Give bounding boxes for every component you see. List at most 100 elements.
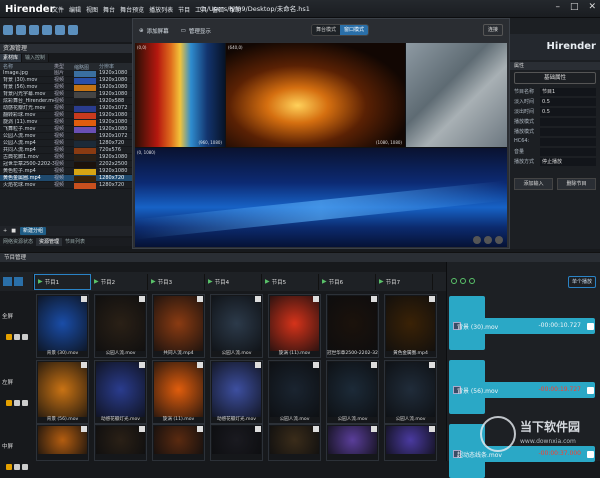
resource-row[interactable]: 古典花廊1.mov 视频 1920x1080 [0, 154, 132, 161]
add-screen-button[interactable]: ⊕ 添加屏幕 [133, 27, 175, 35]
volume-icon[interactable] [14, 400, 20, 406]
cue-cell[interactable] [210, 424, 263, 461]
manage-screens-button[interactable]: ▭ 管理显示 [175, 27, 217, 35]
cue-cell[interactable]: 黄色金属圈.mp4 [384, 294, 437, 358]
cue-cell[interactable]: 动感花瓣灯光.mov [94, 360, 147, 424]
menu-item[interactable]: 文件 [52, 5, 64, 14]
next-page-icon[interactable] [14, 277, 23, 286]
loop-icon[interactable] [22, 334, 28, 340]
cue-cell[interactable]: 公园人流.mov [326, 360, 379, 424]
cue-cell[interactable]: 公园人流.mov [94, 294, 147, 358]
resource-row[interactable]: 背景闪光字幕.mov 视频 1920x1080 [0, 91, 132, 98]
resource-row[interactable]: 飞舞粒子.mov 视频 1920x1080 [0, 126, 132, 133]
mic-icon[interactable] [495, 236, 503, 244]
cue-cell[interactable] [268, 424, 321, 461]
window-mode-button[interactable]: 窗口模式 [340, 25, 369, 35]
resource-row[interactable]: 公园人流.mp4 视频 1280x720 [0, 140, 132, 147]
volume-icon[interactable] [14, 464, 20, 470]
cue-cell[interactable]: 背景 (30).mov [36, 294, 89, 358]
expand-arrow-icon[interactable] [587, 323, 594, 330]
settings-icon[interactable] [473, 236, 481, 244]
add-input-button[interactable]: 添加输入 [514, 178, 553, 190]
connect-button[interactable]: 连接 [482, 24, 503, 36]
volume-icon[interactable] [14, 334, 20, 340]
cue-tab[interactable]: ▶ 节目2 [91, 273, 148, 290]
loop-icon[interactable] [22, 400, 28, 406]
maximize-icon[interactable]: □ [570, 2, 579, 12]
screen-bottom-video[interactable]: (0, 1080) [135, 148, 507, 247]
property-value[interactable] [540, 118, 596, 126]
cue-cell[interactable]: 冠世华章2500-2202-32... [326, 294, 379, 358]
prev-page-icon[interactable] [3, 277, 12, 286]
lock-icon[interactable] [6, 400, 12, 406]
playlist-item[interactable]: 背景 (56).mov -00:00:19.727 [449, 360, 597, 414]
single-play-button[interactable]: 单个播放 [567, 276, 596, 288]
column-resolution[interactable]: 分辨率 [96, 63, 132, 70]
new-file-icon[interactable] [3, 25, 13, 35]
menu-item[interactable]: 编辑 [69, 5, 81, 14]
close-icon[interactable]: ✕ [588, 2, 596, 12]
delete-program-button[interactable]: 删除节目 [557, 178, 596, 190]
cue-tab[interactable]: ▶ 节目5 [262, 273, 319, 290]
resource-row[interactable]: 炫彩舞台_Hirender.mov 视频 1920x588 [0, 98, 132, 105]
search-icon[interactable] [469, 278, 475, 284]
expand-arrow-icon[interactable] [587, 387, 594, 394]
cue-cell[interactable] [94, 424, 147, 461]
tab-resource-manage[interactable]: 资源管理 [36, 238, 63, 246]
property-value[interactable]: 节目1 [540, 88, 596, 96]
basic-properties-tab[interactable]: 基础属性 [514, 72, 596, 84]
menu-item[interactable]: 舞台预览 [120, 5, 144, 14]
open-file-icon[interactable] [16, 25, 26, 35]
tab-network-status[interactable]: 网络资源状态 [0, 238, 36, 246]
property-value[interactable] [540, 138, 596, 146]
cue-cell[interactable]: 背景 (56).mov [36, 360, 89, 424]
screen-center-video[interactable]: (640,0) (1080, 1080) [226, 43, 405, 147]
resource-row[interactable]: 冠世华章2500-2202-32...视频 2202x2500 [0, 161, 132, 168]
cue-cell[interactable] [326, 424, 379, 461]
tab-library[interactable]: 素材库 [0, 54, 23, 62]
layout-icon[interactable] [42, 25, 52, 35]
menu-item[interactable]: 播放列表 [149, 5, 173, 14]
playlist-item[interactable]: 背景 (30).mov -00:00:10.727 [449, 296, 597, 350]
stage-mode-button[interactable]: 舞台模式 [312, 25, 341, 35]
undo-icon[interactable] [55, 25, 65, 35]
resource-row[interactable]: 翻转彩球.mov 视频 1920x1080 [0, 112, 132, 119]
property-value[interactable]: 停止播放 [540, 158, 596, 166]
cue-cell[interactable] [36, 424, 89, 461]
cue-tab[interactable]: ▶ 节目1 [34, 273, 91, 290]
menu-item[interactable]: 节目 [178, 5, 190, 14]
resource-row[interactable]: 火焰花球.mov 视频 1280x720 [0, 182, 132, 189]
property-value[interactable] [540, 148, 596, 156]
zoom-in-icon[interactable] [451, 278, 457, 284]
cue-tab[interactable]: ▶ 节目4 [205, 273, 262, 290]
cue-cell[interactable]: 旋涡 (11).mov [152, 360, 205, 424]
cue-cell[interactable]: 旋涡 (11).mov [268, 294, 321, 358]
cue-cell[interactable]: 动感花瓣灯光.mov [210, 360, 263, 424]
resource-row[interactable]: 动感花瓣灯光.mov 视频 1920x1072 [0, 105, 132, 112]
property-value[interactable] [540, 128, 596, 136]
property-value[interactable]: 0.5 [540, 98, 596, 106]
cue-tab[interactable]: ▶ 节目3 [148, 273, 205, 290]
cue-tab[interactable]: ▶ 节目7 [376, 273, 433, 290]
screen-left-video[interactable]: (0,0) (960, 1080) [135, 43, 225, 147]
add-icon[interactable]: + [3, 228, 7, 234]
cue-cell[interactable]: 公园人流.mov [210, 294, 263, 358]
resource-row[interactable]: 旋涡 (11).mov 视频 1920x1080 [0, 119, 132, 126]
column-name[interactable]: 名称 [0, 63, 54, 70]
zoom-out-icon[interactable] [460, 278, 466, 284]
cue-cell[interactable] [152, 424, 205, 461]
save-icon[interactable] [29, 25, 39, 35]
menu-item[interactable]: 舞台 [103, 5, 115, 14]
tab-program-list[interactable]: 节目列表 [62, 238, 88, 246]
resource-row[interactable]: Image.jpg 图片 1920x1080 [0, 70, 132, 77]
screen-right-video[interactable] [406, 43, 507, 147]
resource-row[interactable]: 背景 (56).mov 视频 1920x1080 [0, 84, 132, 91]
property-value[interactable]: 0.5 [540, 108, 596, 116]
cue-cell[interactable]: 公园人流.mov [384, 360, 437, 424]
minimize-icon[interactable]: – [555, 2, 560, 12]
loop-icon[interactable] [22, 464, 28, 470]
new-group-button[interactable]: 新建分组 [19, 227, 46, 235]
resource-row[interactable]: 黄色粒子.mp4 视频 1920x1080 [0, 168, 132, 175]
menu-item[interactable]: 视图 [86, 5, 98, 14]
resource-row[interactable]: 黄色金属圈.mp4 视频 1280x720 [0, 175, 132, 182]
